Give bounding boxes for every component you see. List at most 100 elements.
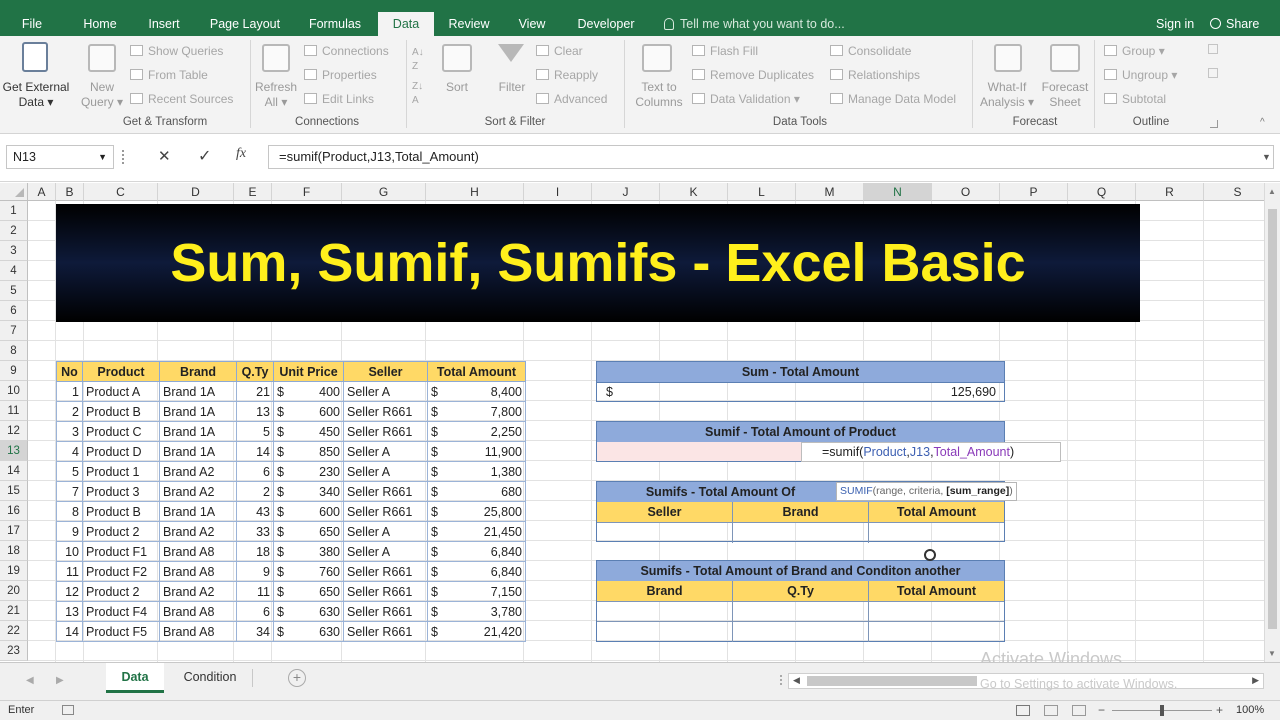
- expand-formula-bar-icon[interactable]: ▼: [1262, 152, 1271, 162]
- scroll-up-icon[interactable]: ▲: [1268, 187, 1276, 196]
- worksheet-grid[interactable]: ABCDEFGHIJKLMNOPQRS 1 2 3 4 5 6 7 8 9 10 11 12 13 14 1…: [0, 183, 1264, 662]
- tab-file[interactable]: File: [10, 14, 54, 36]
- sum-value[interactable]: 125,690: [900, 383, 996, 402]
- cell-unit-price[interactable]: $400: [273, 381, 344, 402]
- row-header[interactable]: 10: [0, 381, 28, 401]
- cell-seller[interactable]: Seller R661: [343, 481, 428, 502]
- sumifs-header-brand[interactable]: Brand: [733, 502, 869, 522]
- scroll-down-icon[interactable]: ▼: [1268, 649, 1276, 658]
- column-header[interactable]: P: [1000, 183, 1068, 201]
- cell-seller[interactable]: Seller A: [343, 521, 428, 542]
- sign-in-link[interactable]: Sign in: [1156, 14, 1194, 34]
- zoom-in-icon[interactable]: +: [1216, 703, 1223, 717]
- tab-view[interactable]: View: [508, 14, 556, 36]
- row-header[interactable]: 2: [0, 221, 28, 241]
- sumif-edit-cell[interactable]: =sumif(Product,J13,Total_Amount): [801, 442, 1061, 462]
- cell-no[interactable]: 1: [56, 381, 83, 402]
- cell-qty[interactable]: 18: [236, 541, 274, 562]
- get-external-data-button[interactable]: Get External Data ▾: [0, 80, 72, 110]
- row-header[interactable]: 22: [0, 621, 28, 641]
- column-header[interactable]: H: [426, 183, 524, 201]
- cell-no[interactable]: 2: [56, 401, 83, 422]
- cell-seller[interactable]: Seller A: [343, 461, 428, 482]
- cell-qty[interactable]: 33: [236, 521, 274, 542]
- forecast-sheet-button[interactable]: Forecast Sheet: [1036, 80, 1094, 110]
- cell-unit-price[interactable]: $650: [273, 521, 344, 542]
- row-header[interactable]: 11: [0, 401, 28, 421]
- cell-seller[interactable]: Seller R661: [343, 501, 428, 522]
- tab-formulas[interactable]: Formulas: [300, 14, 370, 36]
- manage-data-model-button[interactable]: Manage Data Model: [830, 90, 956, 108]
- column-header[interactable]: L: [728, 183, 796, 201]
- row-header[interactable]: 13: [0, 441, 28, 461]
- cell-total-amount[interactable]: $8,400: [427, 381, 526, 402]
- row-header[interactable]: 19: [0, 561, 28, 581]
- header-product[interactable]: Product: [82, 361, 160, 382]
- normal-view-icon[interactable]: [1016, 705, 1030, 716]
- cell-no[interactable]: 13: [56, 601, 83, 622]
- cell-unit-price[interactable]: $650: [273, 581, 344, 602]
- cell-product[interactable]: Product B: [82, 501, 160, 522]
- cell-product[interactable]: Product 3: [82, 481, 160, 502]
- cell-unit-price[interactable]: $600: [273, 501, 344, 522]
- cell-brand[interactable]: Brand A2: [159, 481, 237, 502]
- sumifs-total-cell[interactable]: [869, 523, 1004, 543]
- cell-no[interactable]: 9: [56, 521, 83, 542]
- cell-product[interactable]: Product D: [82, 441, 160, 462]
- cell-no[interactable]: 3: [56, 421, 83, 442]
- hide-detail-icon[interactable]: [1208, 68, 1218, 78]
- cell-brand[interactable]: Brand A8: [159, 561, 237, 582]
- reapply-button[interactable]: Reapply: [536, 66, 598, 84]
- cell-brand[interactable]: Brand A8: [159, 541, 237, 562]
- ungroup-button[interactable]: Ungroup ▾: [1104, 66, 1177, 84]
- cell-unit-price[interactable]: $600: [273, 401, 344, 422]
- macro-record-icon[interactable]: [62, 705, 74, 715]
- page-break-view-icon[interactable]: [1072, 705, 1086, 716]
- cell-seller[interactable]: Seller R661: [343, 421, 428, 442]
- horizontal-scroll-thumb[interactable]: [807, 676, 977, 686]
- row-header[interactable]: 20: [0, 581, 28, 601]
- row-header[interactable]: 14: [0, 461, 28, 481]
- cell-unit-price[interactable]: $380: [273, 541, 344, 562]
- subtotal-button[interactable]: Subtotal: [1104, 90, 1166, 108]
- sheet-tab-condition[interactable]: Condition: [168, 663, 252, 693]
- cell-seller[interactable]: Seller R661: [343, 401, 428, 422]
- cell-brand[interactable]: Brand A2: [159, 581, 237, 602]
- cell-brand[interactable]: Brand 1A: [159, 381, 237, 402]
- show-detail-icon[interactable]: [1208, 44, 1218, 54]
- column-header[interactable]: M: [796, 183, 864, 201]
- next-sheet-icon[interactable]: ▶: [56, 675, 64, 686]
- column-header[interactable]: E: [234, 183, 272, 201]
- tooltip-function-name[interactable]: SUMIF: [840, 485, 873, 497]
- cell-qty[interactable]: 6: [236, 601, 274, 622]
- header-brand[interactable]: Brand: [159, 361, 237, 382]
- cell-seller[interactable]: Seller A: [343, 381, 428, 402]
- cell-total-amount[interactable]: $680: [427, 481, 526, 502]
- sumif-criteria-cell[interactable]: [597, 442, 801, 461]
- cell-brand[interactable]: Brand 1A: [159, 421, 237, 442]
- column-header[interactable]: A: [28, 183, 56, 201]
- column-header[interactable]: O: [932, 183, 1000, 201]
- tab-data[interactable]: Data: [378, 12, 434, 36]
- column-header[interactable]: J: [592, 183, 660, 201]
- sumifs-header-total[interactable]: Total Amount: [869, 502, 1004, 522]
- cell-seller[interactable]: Seller R661: [343, 621, 428, 642]
- cell-brand[interactable]: Brand A2: [159, 461, 237, 482]
- cell-qty[interactable]: 14: [236, 441, 274, 462]
- scroll-left-icon[interactable]: ◀: [793, 675, 800, 686]
- connections-button[interactable]: Connections: [304, 42, 389, 60]
- column-header[interactable]: S: [1204, 183, 1264, 201]
- row-header[interactable]: 16: [0, 501, 28, 521]
- cell-no[interactable]: 5: [56, 461, 83, 482]
- cell-qty[interactable]: 9: [236, 561, 274, 582]
- cell-brand[interactable]: Brand A8: [159, 601, 237, 622]
- row-header[interactable]: 5: [0, 281, 28, 301]
- what-if-analysis-button[interactable]: What-If Analysis ▾: [978, 80, 1036, 110]
- vertical-scrollbar[interactable]: ▲ ▼: [1264, 183, 1280, 662]
- consolidate-button[interactable]: Consolidate: [830, 42, 911, 60]
- clear-button[interactable]: Clear: [536, 42, 583, 60]
- cell-unit-price[interactable]: $230: [273, 461, 344, 482]
- relationships-button[interactable]: Relationships: [830, 66, 920, 84]
- cell-no[interactable]: 4: [56, 441, 83, 462]
- header-unit-price[interactable]: Unit Price: [273, 361, 344, 382]
